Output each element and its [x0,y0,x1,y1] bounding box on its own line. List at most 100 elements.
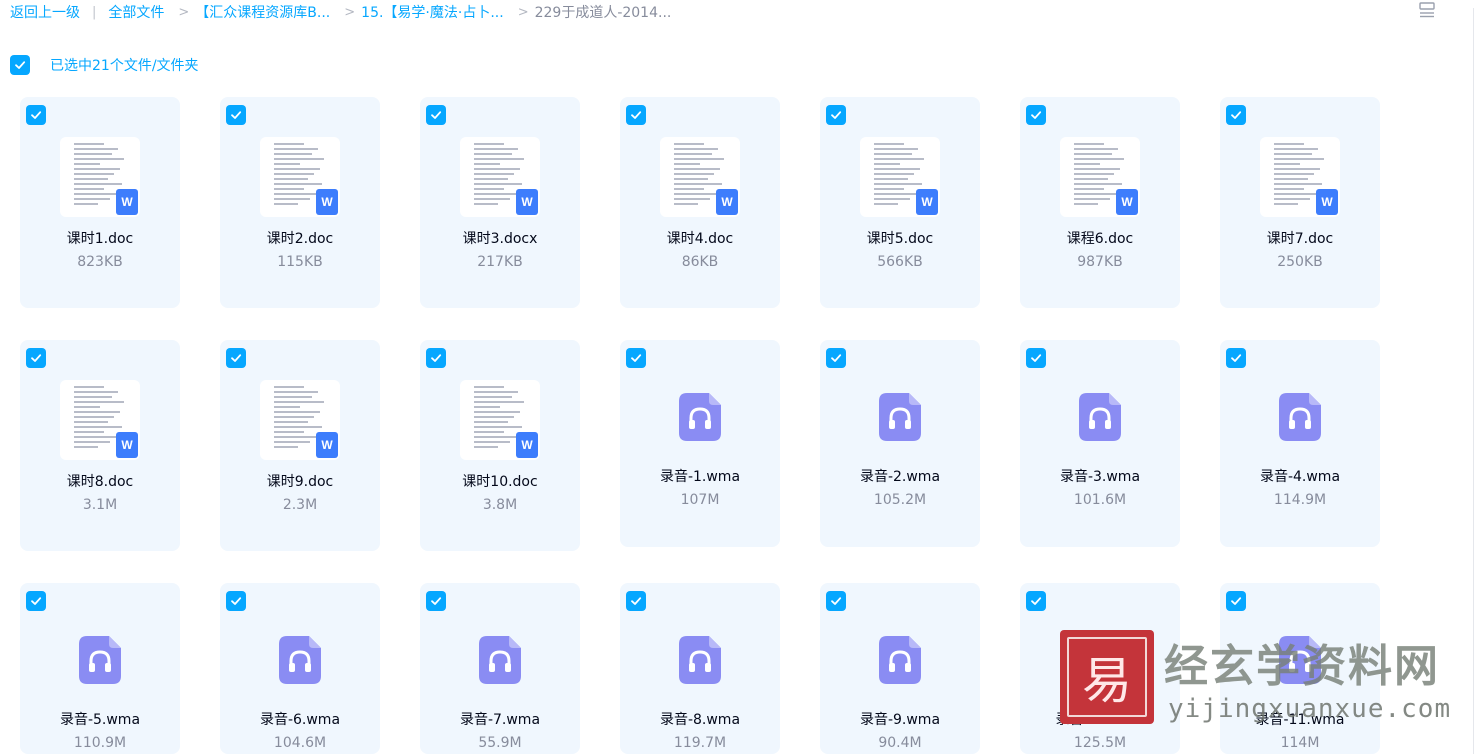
doc-line [874,178,908,180]
doc-line [74,401,124,403]
list-view-icon[interactable] [1418,2,1436,18]
document-thumbnail: W [860,137,940,217]
doc-line [74,143,104,145]
file-card[interactable]: 录音-3.wma 101.6M [1020,340,1180,547]
file-name: 录音-4.wma [1259,469,1341,485]
file-name: 录音-2.wma [859,469,941,485]
file-card[interactable]: W 课时7.doc 250KB [1220,97,1380,308]
file-card[interactable]: 录音-7.wma 55.9M [420,583,580,754]
file-card[interactable]: W 课时4.doc 86KB [620,97,780,308]
file-card[interactable]: 录音-4.wma 114.9M [1220,340,1380,547]
doc-line [1274,153,1312,155]
file-size: 125.5M [1073,735,1127,751]
doc-line [74,431,104,433]
file-checkbox[interactable] [26,105,46,125]
file-size: 104.6M [273,735,327,751]
doc-line [474,406,500,408]
doc-line [274,396,312,398]
file-card[interactable]: W 课时9.doc 2.3M [220,340,380,551]
file-checkbox[interactable] [426,105,446,125]
file-size: 86KB [681,254,719,270]
doc-line [474,143,504,145]
file-size: 114.9M [1273,492,1327,508]
file-checkbox[interactable] [1226,591,1246,611]
doc-line [74,406,100,408]
document-thumbnail: W [460,380,540,460]
scrollbar-thumb[interactable] [1473,8,1481,754]
file-checkbox[interactable] [1226,348,1246,368]
file-card[interactable]: W 课时1.doc 823KB [20,97,180,308]
doc-line [674,158,724,160]
file-card[interactable]: W 课时5.doc 566KB [820,97,980,308]
file-checkbox[interactable] [1026,105,1046,125]
chevron-right-icon: > [517,4,529,20]
file-size: 105.2M [873,492,927,508]
watermark-url: yijingxuanxue.com [1168,694,1452,724]
file-checkbox[interactable] [1026,591,1046,611]
doc-line [474,411,520,413]
chevron-right-icon: > [344,4,356,20]
file-checkbox[interactable] [26,348,46,368]
select-all-checkbox[interactable] [10,55,30,75]
doc-line [474,193,516,195]
doc-line [274,158,324,160]
doc-line [674,198,710,200]
file-card[interactable]: 录音-6.wma 104.6M [220,583,380,754]
breadcrumb-level1[interactable]: 【汇众课程资源库B... [195,2,330,22]
back-link[interactable]: 返回上一级 [10,2,80,22]
doc-line [1074,143,1104,145]
file-name: 课时7.doc [1266,231,1334,247]
file-card[interactable]: 录音-2.wma 105.2M [820,340,980,547]
file-card[interactable]: W 课时8.doc 3.1M [20,340,180,551]
doc-line [1074,188,1104,190]
file-card[interactable]: W 课时2.doc 115KB [220,97,380,308]
file-checkbox[interactable] [1226,105,1246,125]
doc-line [1274,183,1322,185]
doc-line [874,148,918,150]
file-checkbox[interactable] [826,591,846,611]
doc-line [474,168,520,170]
file-size: 566KB [877,254,923,270]
file-checkbox[interactable] [26,591,46,611]
file-checkbox[interactable] [626,348,646,368]
file-card[interactable]: 录音-5.wma 110.9M [20,583,180,754]
file-checkbox[interactable] [626,105,646,125]
doc-line [74,173,114,175]
doc-line [1274,178,1308,180]
breadcrumb-level2[interactable]: 15.【易学·魔法·占卜... [361,2,504,22]
file-card[interactable]: 录音-1.wma 107M [620,340,780,547]
file-card[interactable]: W 课时3.docx 217KB [420,97,580,308]
file-checkbox[interactable] [1026,348,1046,368]
doc-line [1274,143,1304,145]
file-checkbox[interactable] [226,591,246,611]
file-checkbox[interactable] [226,105,246,125]
file-name: 录音-9.wma [859,712,941,728]
doc-line [674,148,718,150]
word-doc-icon: W [916,189,938,215]
file-card[interactable]: 录音-9.wma 90.4M [820,583,980,754]
document-thumbnail: W [660,137,740,217]
file-card[interactable]: W 课时10.doc 3.8M [420,340,580,551]
file-card[interactable]: 录音-8.wma 119.7M [620,583,780,754]
file-name: 课时10.doc [462,474,538,490]
doc-line [74,168,120,170]
doc-line [1074,163,1100,165]
file-checkbox[interactable] [426,348,446,368]
file-checkbox[interactable] [426,591,446,611]
doc-line [474,163,500,165]
doc-line [274,203,298,205]
breadcrumb-all-files[interactable]: 全部文件 [108,2,164,22]
doc-line [474,198,510,200]
doc-line [474,421,508,423]
file-card[interactable]: W 课程6.doc 987KB [1020,97,1180,308]
file-checkbox[interactable] [226,348,246,368]
file-size: 101.6M [1073,492,1127,508]
audio-file-icon [79,636,121,684]
audio-file-icon [679,393,721,441]
doc-line [274,148,318,150]
file-checkbox[interactable] [626,591,646,611]
scrollbar[interactable] [1470,0,1484,754]
doc-line [274,416,314,418]
file-checkbox[interactable] [826,105,846,125]
file-checkbox[interactable] [826,348,846,368]
